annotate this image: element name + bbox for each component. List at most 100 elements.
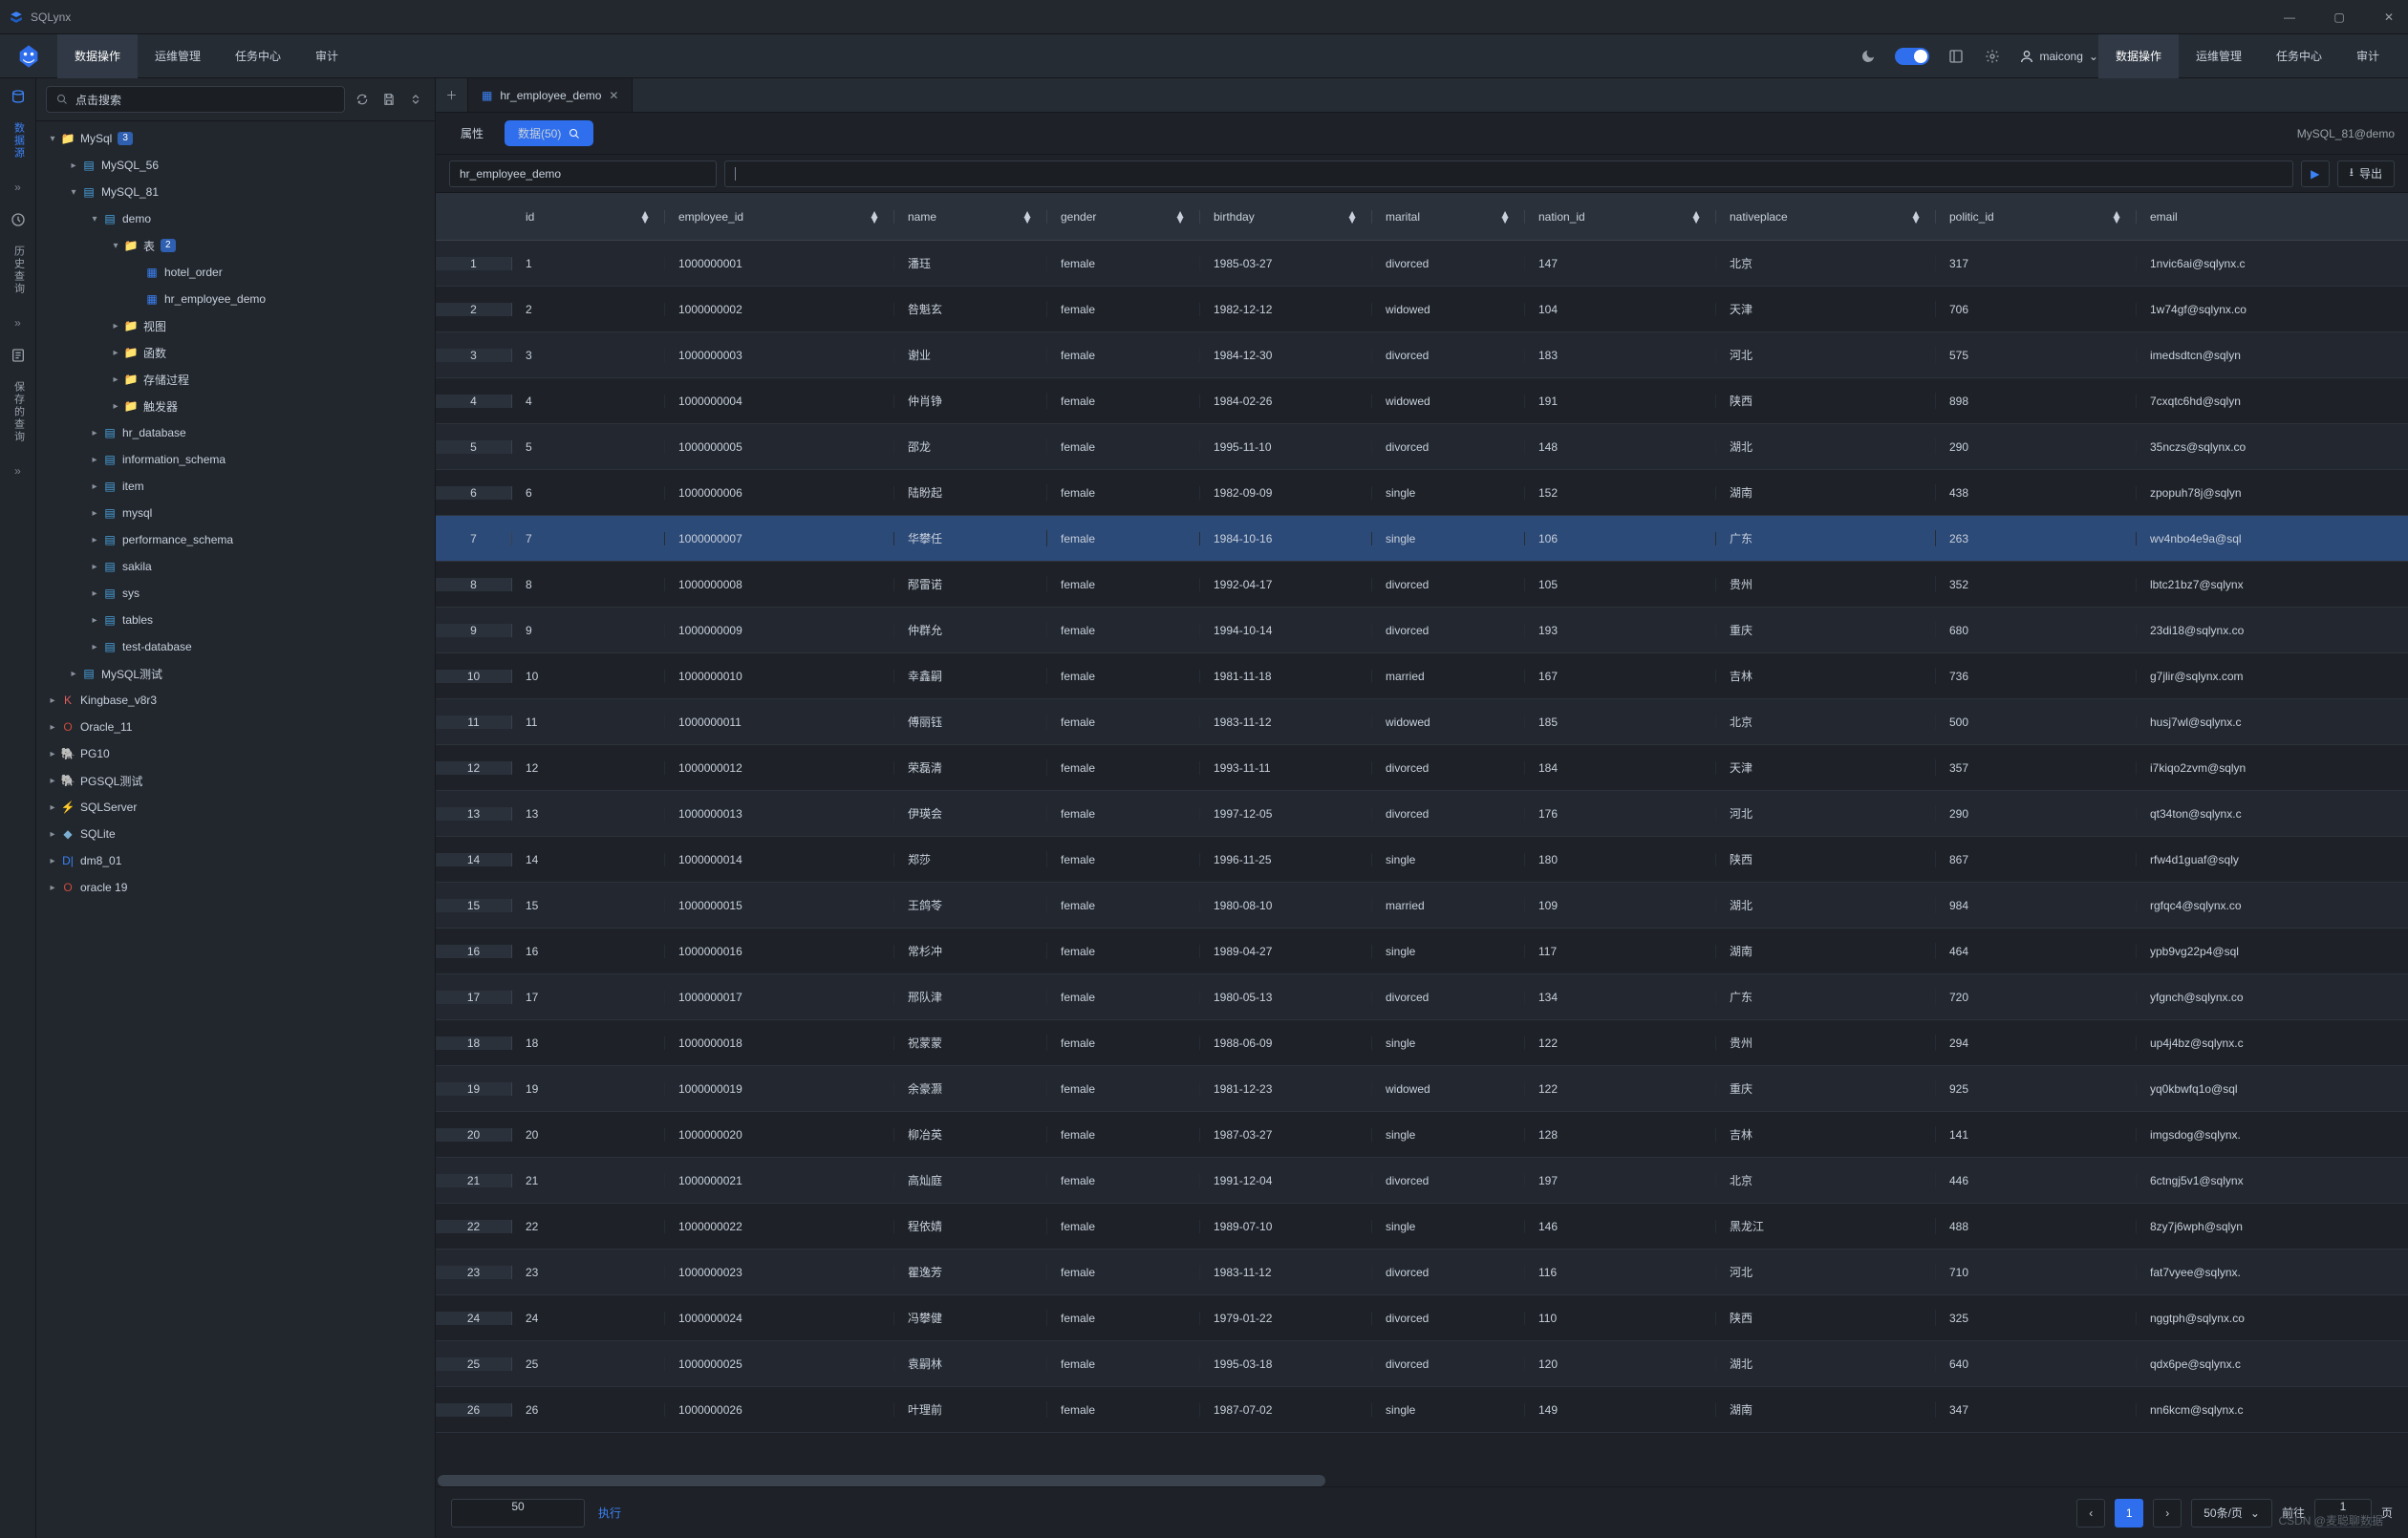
data-cell[interactable]: 1996-11-25: [1200, 853, 1372, 866]
theme-toggle[interactable]: [1895, 48, 1929, 65]
data-cell[interactable]: 185: [1525, 716, 1716, 729]
data-cell[interactable]: single: [1372, 1128, 1525, 1142]
data-cell[interactable]: 1000000014: [665, 853, 894, 866]
data-cell[interactable]: 郑莎: [894, 851, 1047, 867]
data-cell[interactable]: female: [1047, 1128, 1200, 1142]
data-cell[interactable]: single: [1372, 1403, 1525, 1417]
data-cell[interactable]: female: [1047, 440, 1200, 454]
data-cell[interactable]: 1981-12-23: [1200, 1082, 1372, 1096]
data-cell[interactable]: 640: [1936, 1357, 2137, 1371]
tree-node[interactable]: ▸🐘PGSQL测试: [36, 767, 435, 794]
data-cell[interactable]: 咎魁玄: [894, 301, 1047, 317]
table-row[interactable]: 331000000003谢业female1984-12-30divorced18…: [436, 332, 2408, 378]
data-cell[interactable]: divorced: [1372, 761, 1525, 775]
data-cell[interactable]: 1000000023: [665, 1266, 894, 1279]
table-row[interactable]: 10101000000010幸鑫嗣female1981-11-18married…: [436, 653, 2408, 699]
data-cell[interactable]: 广东: [1716, 530, 1936, 546]
expand-arrow-icon[interactable]: ▾: [109, 241, 122, 251]
expand-arrow-icon[interactable]: ▸: [109, 374, 122, 385]
data-cell[interactable]: 116: [1525, 1266, 1716, 1279]
data-cell[interactable]: 13: [512, 807, 665, 821]
data-cell[interactable]: female: [1047, 670, 1200, 683]
table-name-input[interactable]: hr_employee_demo: [449, 160, 717, 187]
data-cell[interactable]: 陕西: [1716, 393, 1936, 409]
data-cell[interactable]: 1979-01-22: [1200, 1312, 1372, 1325]
data-cell[interactable]: divorced: [1372, 257, 1525, 270]
expand-arrow-icon[interactable]: ▸: [88, 508, 101, 519]
rail-label[interactable]: 历史查询: [10, 246, 27, 295]
column-header[interactable]: birthday▲▼: [1200, 210, 1372, 224]
data-cell[interactable]: 1000000002: [665, 303, 894, 316]
data-cell[interactable]: 1000000016: [665, 945, 894, 958]
data-cell[interactable]: 152: [1525, 486, 1716, 500]
column-header[interactable]: name▲▼: [894, 210, 1047, 224]
data-cell[interactable]: 1994-10-14: [1200, 624, 1372, 637]
expand-arrow-icon[interactable]: ▸: [46, 749, 59, 759]
data-cell[interactable]: 2: [512, 303, 665, 316]
data-cell[interactable]: 1980-08-10: [1200, 899, 1372, 912]
data-cell[interactable]: 1983-11-12: [1200, 716, 1372, 729]
table-row[interactable]: 19191000000019余豪灏female1981-12-23widowed…: [436, 1066, 2408, 1112]
data-cell[interactable]: 冯攀健: [894, 1310, 1047, 1326]
data-cell[interactable]: 柳冶英: [894, 1126, 1047, 1143]
data-cell[interactable]: 祝蒙蒙: [894, 1035, 1047, 1051]
data-cell[interactable]: female: [1047, 991, 1200, 1004]
menu-item[interactable]: 任务中心: [218, 34, 298, 78]
table-row[interactable]: 881000000008邴雷诺female1992-04-17divorced1…: [436, 562, 2408, 608]
data-cell[interactable]: widowed: [1372, 716, 1525, 729]
data-cell[interactable]: 122: [1525, 1036, 1716, 1050]
data-cell[interactable]: 197: [1525, 1174, 1716, 1187]
data-cell[interactable]: 347: [1936, 1403, 2137, 1417]
data-cell[interactable]: married: [1372, 899, 1525, 912]
data-cell[interactable]: 1989-07-10: [1200, 1220, 1372, 1233]
data-cell[interactable]: 109: [1525, 899, 1716, 912]
data-cell[interactable]: 吉林: [1716, 668, 1936, 684]
data-cell[interactable]: 湖南: [1716, 1401, 1936, 1418]
minimize-button[interactable]: —: [2280, 8, 2299, 27]
menu-item[interactable]: 运维管理: [138, 34, 218, 78]
data-cell[interactable]: 357: [1936, 761, 2137, 775]
data-cell[interactable]: 710: [1936, 1266, 2137, 1279]
data-cell[interactable]: 河北: [1716, 1264, 1936, 1280]
data-cell[interactable]: 天津: [1716, 759, 1936, 776]
table-row[interactable]: 12121000000012荣磊清female1993-11-11divorce…: [436, 745, 2408, 791]
data-cell[interactable]: female: [1047, 1036, 1200, 1050]
data-cell[interactable]: 925: [1936, 1082, 2137, 1096]
menu-item[interactable]: 审计: [298, 34, 355, 78]
column-header[interactable]: gender▲▼: [1047, 210, 1200, 224]
data-cell[interactable]: 1987-03-27: [1200, 1128, 1372, 1142]
tree-node[interactable]: ▸D|dm8_01: [36, 847, 435, 874]
data-cell[interactable]: female: [1047, 1174, 1200, 1187]
rail-icon[interactable]: [10, 88, 27, 105]
data-cell[interactable]: 110: [1525, 1312, 1716, 1325]
save-icon[interactable]: [379, 90, 398, 109]
column-header[interactable]: id▲▼: [512, 210, 665, 224]
data-cell[interactable]: female: [1047, 899, 1200, 912]
data-cell[interactable]: 191: [1525, 395, 1716, 408]
data-cell[interactable]: 1000000018: [665, 1036, 894, 1050]
expand-arrow-icon[interactable]: ▾: [88, 214, 101, 224]
data-cell[interactable]: 180: [1525, 853, 1716, 866]
data-cell[interactable]: widowed: [1372, 395, 1525, 408]
table-row[interactable]: 551000000005邵龙female1995-11-10divorced14…: [436, 424, 2408, 470]
data-cell[interactable]: 867: [1936, 853, 2137, 866]
expand-arrow-icon[interactable]: ▸: [88, 455, 101, 465]
data-cell[interactable]: 1000000019: [665, 1082, 894, 1096]
data-cell[interactable]: g7jlir@sqlynx.com: [2137, 670, 2408, 683]
column-header[interactable]: nation_id▲▼: [1525, 210, 1716, 224]
data-cell[interactable]: 1992-04-17: [1200, 578, 1372, 591]
data-cell[interactable]: 幸鑫嗣: [894, 668, 1047, 684]
expand-arrow-icon[interactable]: ▸: [46, 776, 59, 786]
expand-arrow-icon[interactable]: ▸: [67, 669, 80, 679]
close-button[interactable]: ✕: [2379, 8, 2398, 27]
table-row[interactable]: 16161000000016常杉冲female1989-04-27single1…: [436, 929, 2408, 974]
data-cell[interactable]: 25: [512, 1357, 665, 1371]
data-cell[interactable]: 仲肖铮: [894, 393, 1047, 409]
data-cell[interactable]: 1997-12-05: [1200, 807, 1372, 821]
expand-arrow-icon[interactable]: ▸: [88, 562, 101, 572]
data-cell[interactable]: 7cxqtc6hd@sqlyn: [2137, 395, 2408, 408]
data-cell[interactable]: 河北: [1716, 347, 1936, 363]
data-cell[interactable]: 1989-04-27: [1200, 945, 1372, 958]
data-cell[interactable]: 湖北: [1716, 438, 1936, 455]
data-cell[interactable]: lbtc21bz7@sqlynx: [2137, 578, 2408, 591]
